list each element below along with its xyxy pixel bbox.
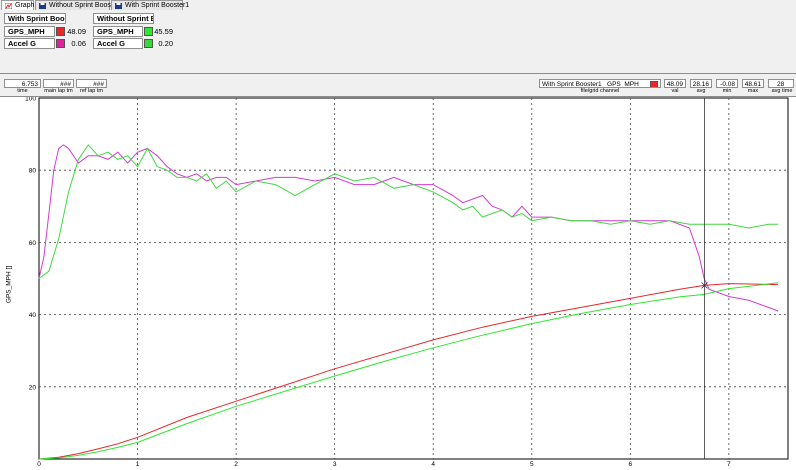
time-readout[interactable]: 6.753 (4, 79, 41, 88)
file-channel-readout[interactable]: With Sprint Booster1 GPS_MPH (539, 79, 661, 88)
main-lap-time-caption: main lap tm (44, 88, 73, 94)
max-readout[interactable]: 48.61 (742, 79, 764, 88)
file-name: With Sprint Booster1 (542, 81, 602, 88)
legend-color-swatch[interactable] (144, 39, 153, 48)
file-channel-caption: file/grid channel (580, 88, 620, 94)
tab-with-sprint-booster1[interactable]: With Sprint Booster1 (111, 0, 189, 10)
legend-channel-label: GPS_MPH (4, 26, 55, 37)
avg-caption: avg (696, 88, 706, 94)
graph-area[interactable]: GPS_MPH [] 0 1 2 3 4 5 6 7 20 40 60 80 100 (0, 96, 796, 470)
ref-lap-time-readout[interactable]: ### (76, 79, 107, 88)
y-tick-label: 40 (29, 312, 37, 319)
x-tick-label: 7 (727, 461, 731, 468)
y-tick-label: 60 (29, 240, 37, 247)
time-caption: time (17, 88, 28, 94)
x-tick-label: 1 (136, 461, 140, 468)
avg-time-caption: avg time (771, 88, 793, 94)
y-tick-label: 100 (25, 97, 36, 103)
x-tick-label: 5 (530, 461, 534, 468)
legend-channel-value: 48.09 (67, 27, 86, 36)
x-tick-label: 4 (431, 461, 435, 468)
val-readout[interactable]: 48.09 (664, 79, 686, 88)
legend-channel-value: 45.59 (154, 27, 173, 36)
avg-time-readout[interactable]: 28 (768, 79, 794, 88)
legend-color-swatch[interactable] (144, 27, 153, 36)
tab-label: Graph (15, 2, 35, 9)
legend-channel-value: 0.20 (158, 39, 173, 48)
legend-panel: With Sprint Booste GPS_MPH 48.09 Accel G… (0, 11, 796, 74)
readout-bar: 6.753 time ### main lap tm ### ref lap t… (0, 74, 796, 96)
y-tick-label: 80 (29, 168, 37, 175)
legend-channel-label: GPS_MPH (93, 26, 143, 37)
tab-label: With Sprint Booster1 (125, 2, 190, 9)
save-icon (115, 3, 122, 9)
legend-channel-label: Accel G (93, 38, 143, 49)
x-tick-label: 0 (37, 461, 41, 468)
tab-without-sprint-booster[interactable]: Without Sprint Booster (35, 0, 119, 10)
val-caption: val (671, 88, 679, 94)
max-caption: max (747, 88, 759, 94)
legend-channel-label: Accel G (4, 38, 55, 49)
legend-channel-value: 0.06 (71, 39, 86, 48)
legend-color-swatch[interactable] (56, 27, 65, 36)
plot-frame (38, 97, 789, 460)
channel-color-swatch (650, 81, 658, 87)
legend-group-with-sprint-booster: With Sprint Booste GPS_MPH 48.09 Accel G… (4, 13, 86, 53)
y-tick-label: 20 (29, 384, 37, 391)
legend-row-gps-mph[interactable]: GPS_MPH 48.09 (4, 26, 86, 37)
avg-readout[interactable]: 28.16 (690, 79, 712, 88)
main-lap-time-readout[interactable]: ### (43, 79, 74, 88)
x-tick-label: 3 (333, 461, 337, 468)
tab-graph[interactable]: Graph (1, 0, 34, 10)
min-caption: min (722, 88, 732, 94)
save-icon (39, 3, 46, 9)
x-tick-label: 6 (629, 461, 633, 468)
legend-row-accel-g[interactable]: Accel G 0.06 (4, 38, 86, 49)
graph-icon (5, 3, 12, 9)
legend-group-header[interactable]: With Sprint Booste (4, 13, 66, 24)
min-readout[interactable]: -0.08 (716, 79, 738, 88)
legend-row-gps-mph[interactable]: GPS_MPH 45.59 (93, 26, 173, 37)
x-tick-label: 2 (234, 461, 238, 468)
channel-name: GPS_MPH (607, 81, 639, 88)
legend-color-swatch[interactable] (56, 39, 65, 48)
ref-lap-time-caption: ref lap tm (80, 88, 103, 94)
line-chart[interactable]: 0 1 2 3 4 5 6 7 20 40 60 80 100 (0, 97, 796, 470)
legend-group-without-sprint-booster: Without Sprint Booste GPS_MPH 45.59 Acce… (93, 13, 173, 53)
tab-label: Without Sprint Booster (49, 2, 120, 9)
legend-group-header[interactable]: Without Sprint Booste (93, 13, 154, 24)
legend-row-accel-g[interactable]: Accel G 0.20 (93, 38, 173, 49)
